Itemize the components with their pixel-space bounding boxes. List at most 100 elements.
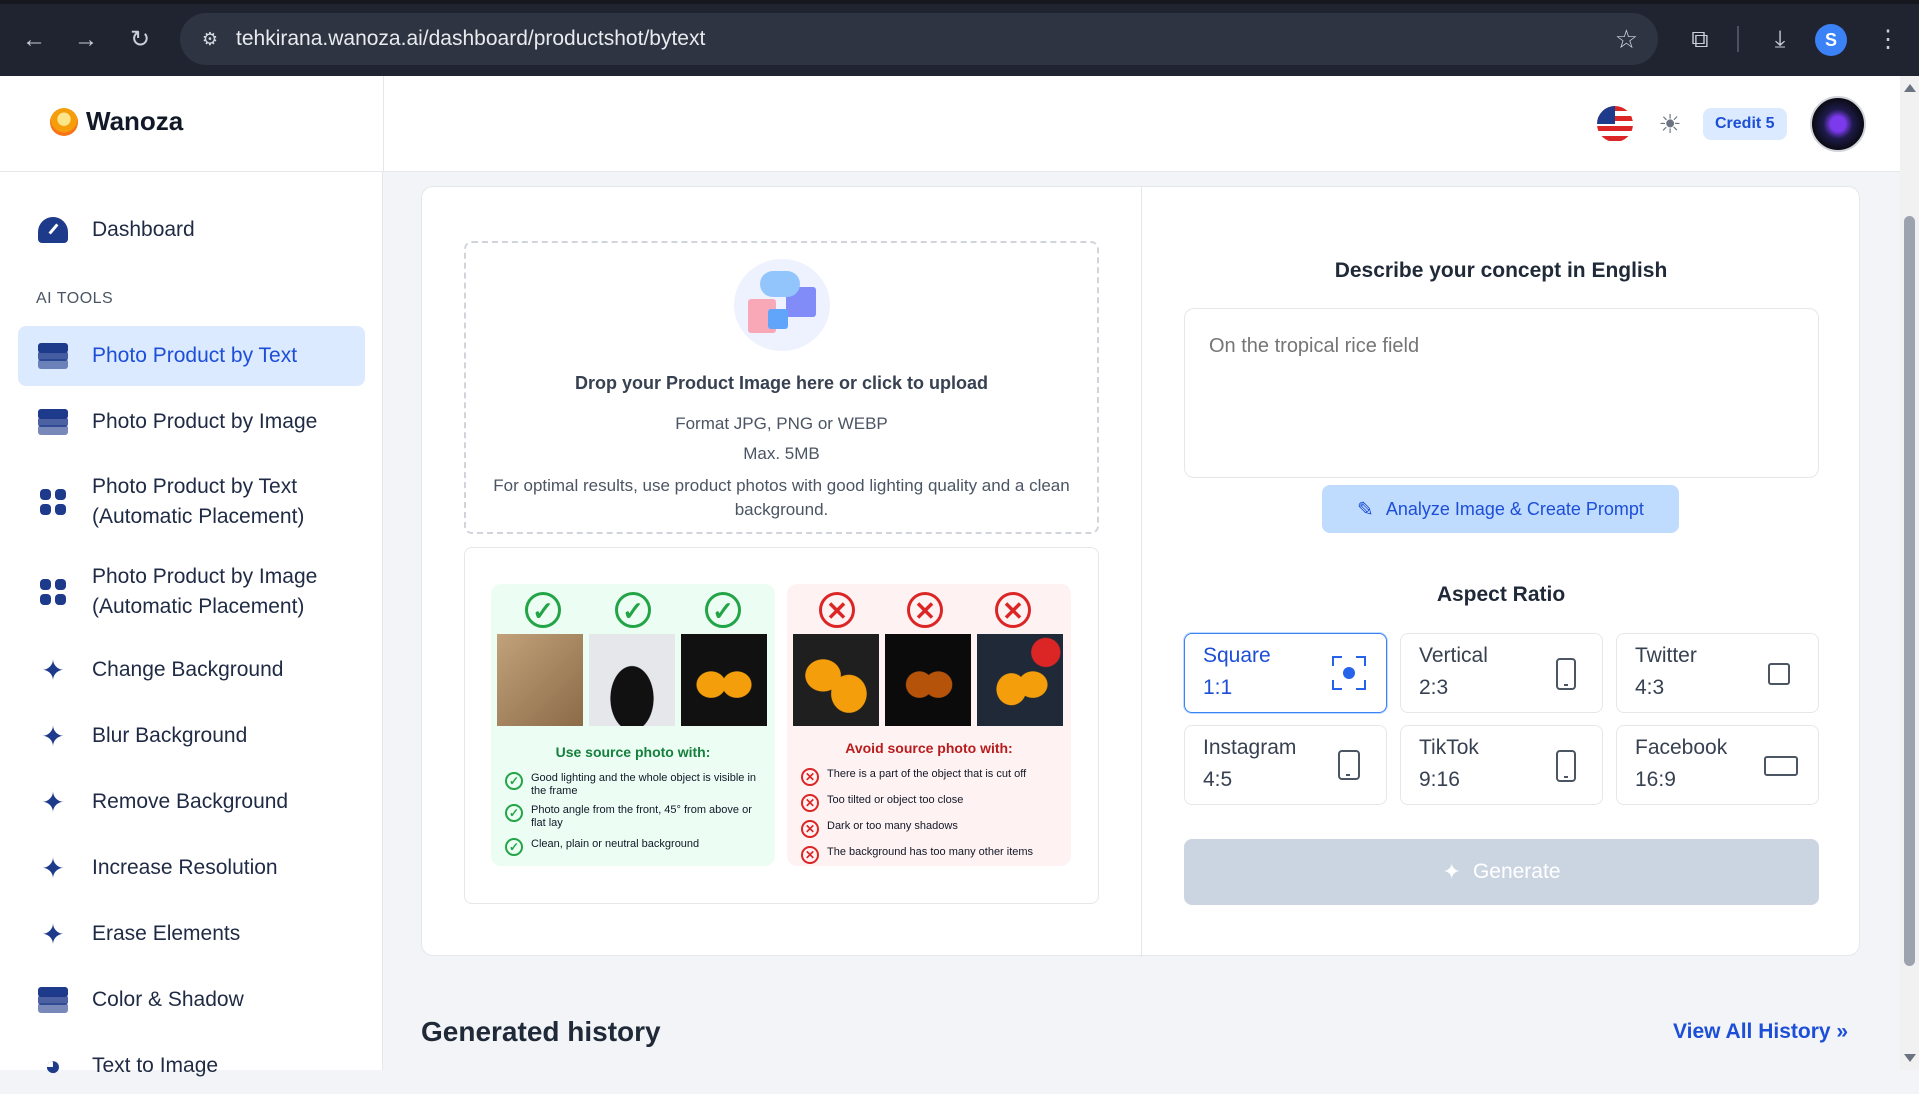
sidebar-item-dashboard[interactable]: Dashboard: [18, 202, 365, 258]
landscape-icon: [1764, 756, 1798, 776]
header-divider: [383, 76, 384, 172]
upload-title: Drop your Product Image here or click to…: [574, 373, 989, 393]
example-photo: [681, 634, 767, 726]
good-example-panel: ✓ ✓ ✓ Use source photo with: ✓ Good light…: [491, 584, 775, 866]
sidebar-item-erase-elements[interactable]: ✦ Erase Elements: [18, 906, 365, 962]
aspect-option-ratio: 4:3: [1635, 676, 1665, 699]
sparkles-icon: ✦: [41, 852, 65, 884]
check-icon: ✓: [505, 804, 523, 822]
square-icon: [1768, 663, 1790, 685]
view-all-history-link[interactable]: View All History »: [1673, 1020, 1848, 1044]
sidebar-item-photo-product-by-image[interactable]: Photo Product by Image: [18, 392, 365, 452]
x-icon: ✕: [801, 794, 819, 812]
app-header: Wanoza ☀ Credit 5: [0, 76, 1900, 172]
aspect-option-tiktok[interactable]: TikTok 9:16: [1400, 725, 1603, 805]
upload-format: Format JPG, PNG or WEBP: [675, 414, 888, 433]
sidebar-item-label: Photo Product by Text: [92, 344, 298, 367]
sidebar-item-label: Photo Product by Text (Automatic Placeme…: [92, 475, 305, 528]
layers-icon: [36, 339, 70, 373]
sidebar-item-blur-background[interactable]: ✦ Blur Background: [18, 708, 365, 764]
sidebar-item-label: Color & Shadow: [92, 988, 244, 1011]
sidebar-item-text-to-image[interactable]: ◕ Text to Image: [18, 1038, 365, 1094]
phone-icon: [1556, 750, 1576, 782]
address-bar[interactable]: ⚙ tehkirana.wanoza.ai/dashboard/products…: [180, 13, 1658, 65]
brand-name: Wanoza: [86, 106, 184, 136]
concept-prompt-input[interactable]: [1184, 308, 1819, 478]
sidebar-item-label: Dashboard: [92, 218, 195, 241]
page-scrollbar[interactable]: [1900, 76, 1919, 1070]
sun-icon[interactable]: ☀: [1652, 106, 1688, 142]
aspect-option-ratio: 2:3: [1419, 676, 1449, 699]
check-icon: ✓: [505, 772, 523, 790]
aspect-option-facebook[interactable]: Facebook 16:9: [1616, 725, 1819, 805]
sidebar-item-change-background[interactable]: ✦ Change Background: [18, 642, 365, 698]
aspect-option-ratio: 9:16: [1419, 768, 1460, 791]
credit-badge[interactable]: Credit 5: [1703, 108, 1787, 140]
generated-history-title: Generated history: [421, 1016, 661, 1047]
url-text[interactable]: tehkirana.wanoza.ai/dashboard/productsho…: [236, 13, 705, 65]
brand[interactable]: Wanoza: [50, 106, 183, 137]
forward-icon[interactable]: →: [66, 22, 106, 58]
reload-icon[interactable]: ↻: [120, 22, 160, 58]
generate-button[interactable]: ✦ Generate: [1184, 839, 1819, 905]
sidebar-item-increase-resolution[interactable]: ✦ Increase Resolution: [18, 840, 365, 896]
sidebar-item-remove-background[interactable]: ✦ Remove Background: [18, 774, 365, 830]
example-photo: [497, 634, 583, 726]
x-icon: ✕: [801, 768, 819, 786]
phone-icon: [1556, 658, 1576, 690]
upload-dropzone[interactable]: Drop your Product Image here or click to…: [464, 241, 1099, 534]
aspect-option-ratio: 16:9: [1635, 768, 1676, 791]
scroll-up-icon[interactable]: [1904, 84, 1916, 92]
sparkles-icon: ✦: [41, 654, 65, 686]
scroll-down-icon[interactable]: [1904, 1054, 1916, 1062]
sidebar-item-color-shadow[interactable]: Color & Shadow: [18, 972, 365, 1028]
aspect-option-name: Facebook: [1635, 736, 1728, 759]
aspect-option-name: TikTok: [1419, 736, 1479, 759]
back-icon[interactable]: ←: [14, 22, 54, 58]
extensions-icon[interactable]: ⧉: [1680, 20, 1720, 60]
magic-wand-icon: ✎: [1357, 498, 1374, 521]
sparkles-icon: ✦: [41, 918, 65, 950]
view-all-history-label: View All History: [1673, 1020, 1831, 1043]
extension-icon[interactable]: S: [1815, 24, 1847, 56]
sidebar-item-photo-product-by-text[interactable]: Photo Product by Text: [18, 326, 365, 386]
download-icon[interactable]: ⤓: [1760, 20, 1800, 60]
sidebar-item-label: Blur Background: [92, 724, 248, 747]
us-flag-icon[interactable]: [1597, 106, 1633, 142]
sidebar-item-label: Photo Product by Image (Automatic Placem…: [92, 565, 318, 618]
layers-icon: [36, 983, 70, 1017]
sidebar-item-label: Change Background: [92, 658, 284, 681]
example-photo: [589, 634, 675, 726]
dashboard-icon: [36, 213, 70, 247]
aspect-option-vertical[interactable]: Vertical 2:3: [1400, 633, 1603, 713]
grid-icon: [36, 575, 70, 609]
layers-icon: [36, 405, 70, 439]
aspect-option-instagram[interactable]: Instagram 4:5: [1184, 725, 1387, 805]
sidebar-item-photo-product-by-image-auto[interactable]: Photo Product by Image (Automatic Placem…: [18, 554, 365, 630]
good-rule: ✓ Clean, plain or neutral background: [505, 838, 767, 856]
browser-menu-icon[interactable]: ⋮: [1868, 20, 1908, 60]
example-photo: [977, 634, 1063, 726]
x-icon: ✕: [819, 592, 855, 628]
good-panel-title: Use source photo with:: [555, 744, 711, 760]
example-photo: [793, 634, 879, 726]
scrollbar-thumb[interactable]: [1904, 216, 1915, 966]
avatar[interactable]: [1810, 96, 1866, 152]
analyze-image-button[interactable]: ✎ Analyze Image & Create Prompt: [1322, 485, 1679, 533]
aspect-option-ratio: 1:1: [1203, 676, 1233, 699]
grid-icon: [36, 485, 70, 519]
analyze-button-label: Analyze Image & Create Prompt: [1385, 498, 1644, 519]
main-card: Drop your Product Image here or click to…: [421, 186, 1860, 957]
card-divider: [1141, 187, 1142, 957]
aspect-option-twitter[interactable]: Twitter 4:3: [1616, 633, 1819, 713]
bad-rule: ✕ Dark or too many shadows: [801, 820, 1063, 838]
site-info-icon[interactable]: ⚙: [196, 25, 224, 53]
check-icon: ✓: [705, 592, 741, 628]
sidebar-item-photo-product-by-text-auto[interactable]: Photo Product by Text (Automatic Placeme…: [18, 464, 365, 540]
bookmark-star-icon[interactable]: ☆: [1615, 23, 1638, 55]
portrait-icon: [1338, 750, 1360, 780]
double-chevron-right-icon: »: [1836, 1020, 1849, 1043]
check-icon: ✓: [525, 592, 561, 628]
aspect-option-square[interactable]: Square 1:1: [1184, 633, 1387, 713]
x-icon: ✕: [995, 592, 1031, 628]
